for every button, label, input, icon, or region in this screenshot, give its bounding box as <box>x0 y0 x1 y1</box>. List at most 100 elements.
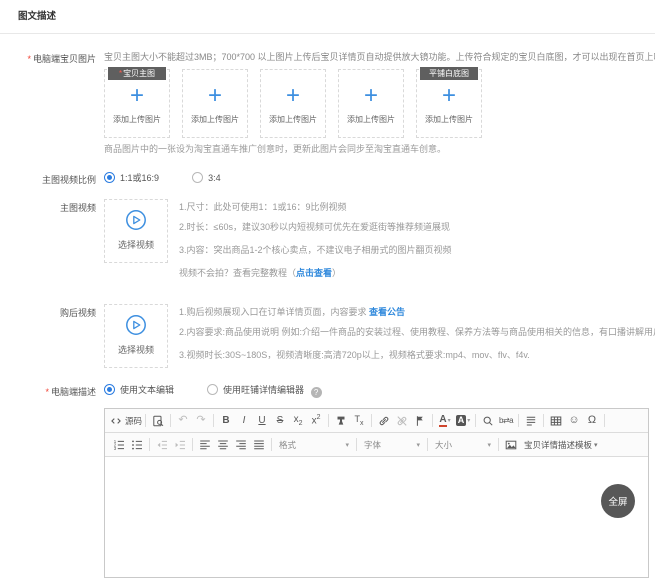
align-left-button[interactable] <box>196 436 214 453</box>
svg-text:3: 3 <box>114 446 117 451</box>
redo-icon: ↷ <box>196 415 205 426</box>
align-center-icon <box>217 439 229 451</box>
upload-image-box[interactable]: 平铺白底图+添加上传图片 <box>416 69 482 138</box>
remove-format-button[interactable]: Tx <box>350 412 368 429</box>
ztc-sync-note: 商品图片中的一张设为淘宝直通车推广创意时，更新此图片会同步至淘宝直通车创意。 <box>104 142 655 155</box>
subscript-icon: x2 <box>294 414 303 427</box>
image-icon <box>505 439 517 451</box>
form-row-pc-description: *电脑端描述 使用文本编辑 使用旺铺详情编辑器 ? <box>0 383 655 398</box>
upload-image-box[interactable]: +添加上传图片 <box>338 69 404 138</box>
preview-icon <box>152 415 164 427</box>
template-dropdown[interactable]: 宝贝详情描述模板▾ <box>524 439 598 451</box>
pc-images-description: 宝贝主图大小不能超过3MB；700*700 以上图片上传后宝贝详情页自动提供放大… <box>104 50 655 63</box>
anchor-button[interactable] <box>411 412 429 429</box>
form-row-post-video: 购后视频 选择视频 1.购后视频展现入口在订单详情页面，内容要求 查看公告 2.… <box>0 304 655 368</box>
align-right-button[interactable] <box>232 436 250 453</box>
superscript-icon: x2 <box>312 414 321 426</box>
ordered-list-button[interactable]: 123 <box>110 436 128 453</box>
remove-format-icon: Tx <box>355 414 364 427</box>
radio-text-editor[interactable]: 使用文本编辑 <box>104 383 174 396</box>
anchor-icon <box>414 415 426 427</box>
size-dropdown[interactable]: 大小▾ <box>431 436 495 453</box>
outdent-button[interactable] <box>153 436 171 453</box>
text-color-button[interactable]: A▾ <box>436 412 454 429</box>
plus-icon: + <box>417 84 481 108</box>
form-row-main-video: 主图视频 选择视频 1.尺寸：此处可使用1：1或16：9比例视频 2.时长：≤6… <box>0 199 655 285</box>
upload-image-list: *宝贝主图+添加上传图片+添加上传图片+添加上传图片+添加上传图片平铺白底图+添… <box>104 69 655 138</box>
superscript-button[interactable]: x2 <box>307 412 325 429</box>
find-button[interactable] <box>479 412 497 429</box>
radio-selected-icon <box>104 172 115 183</box>
insert-link-button[interactable] <box>375 412 393 429</box>
editor-toolbar-row1: 源码 ↶ ↷ BIUSx2 x2 Tx A▾ A▾ b⇄a ☺ Ω <box>105 409 648 433</box>
post-video-label: 购后视频 <box>0 304 96 319</box>
emoticon-button[interactable]: ☺ <box>565 412 583 429</box>
outdent-icon <box>156 439 168 451</box>
upload-image-box[interactable]: *宝贝主图+添加上传图片 <box>104 69 170 138</box>
pc-description-label: *电脑端描述 <box>0 383 96 398</box>
chevron-down-icon: ▾ <box>594 441 598 449</box>
announcement-link[interactable]: 查看公告 <box>369 307 405 317</box>
video-ratio-label: 主图视频比例 <box>0 171 96 186</box>
paragraph-format-button[interactable] <box>522 412 540 429</box>
insert-table-button[interactable] <box>547 412 565 429</box>
align-justify-button[interactable] <box>250 436 268 453</box>
play-icon <box>105 314 167 336</box>
replace-button[interactable]: b⇄a <box>497 412 515 429</box>
remove-link-icon <box>396 415 408 427</box>
bold-icon: B <box>222 415 229 426</box>
tutorial-link[interactable]: 点击查看 <box>296 268 332 278</box>
bold-button[interactable]: B <box>217 412 235 429</box>
font-dropdown[interactable]: 字体▾ <box>360 436 424 453</box>
strikethrough-button[interactable]: S <box>271 412 289 429</box>
background-color-button[interactable]: A▾ <box>454 412 472 429</box>
plus-icon: + <box>105 84 169 108</box>
plus-icon: + <box>261 84 325 108</box>
section-header: 图文描述 <box>0 0 655 34</box>
source-code-button[interactable]: 源码 <box>110 412 142 429</box>
text-color-icon: A▾ <box>439 415 450 427</box>
select-post-video-button[interactable]: 选择视频 <box>104 304 168 368</box>
unordered-list-button[interactable] <box>128 436 146 453</box>
redo-button[interactable]: ↷ <box>192 412 210 429</box>
emoticon-icon: ☺ <box>568 415 579 426</box>
undo-button[interactable]: ↶ <box>174 412 192 429</box>
tab-image-text-description[interactable]: 图文描述 <box>18 11 56 22</box>
required-mark: * <box>27 54 31 64</box>
plus-icon: + <box>183 84 247 108</box>
align-right-icon <box>235 439 247 451</box>
post-video-notes: 1.购后视频展现入口在订单详情页面，内容要求 查看公告 2.内容要求:商品使用说… <box>179 304 655 368</box>
fullscreen-button[interactable]: 全屏 <box>601 484 635 518</box>
help-icon[interactable]: ? <box>311 387 322 398</box>
align-left-icon <box>199 439 211 451</box>
insert-image-button[interactable] <box>502 436 520 453</box>
chevron-down-icon: ▾ <box>481 441 491 449</box>
italic-button[interactable]: I <box>235 412 253 429</box>
format-dropdown[interactable]: 格式▾ <box>275 436 353 453</box>
radio-ratio-3-4[interactable]: 3:4 <box>192 172 221 183</box>
radio-ratio-1-1-or-16-9[interactable]: 1:1或16:9 <box>104 171 159 184</box>
replace-icon: b⇄a <box>499 416 513 425</box>
radio-wangpu-editor[interactable]: 使用旺铺详情编辑器 <box>207 383 304 396</box>
select-main-video-button[interactable]: 选择视频 <box>104 199 168 263</box>
format-painter-icon <box>335 415 347 427</box>
upload-image-box[interactable]: + 添加上传图片 <box>260 69 326 138</box>
special-char-icon: Ω <box>588 415 596 426</box>
upload-image-label: 添加上传图片 <box>261 114 325 125</box>
preview-button[interactable] <box>149 412 167 429</box>
special-char-button[interactable]: Ω <box>583 412 601 429</box>
editor-content-area[interactable]: 全屏 <box>105 457 648 577</box>
format-painter-button[interactable] <box>332 412 350 429</box>
align-center-button[interactable] <box>214 436 232 453</box>
background-color-icon: A▾ <box>456 415 471 426</box>
indent-button[interactable] <box>171 436 189 453</box>
upload-image-box[interactable]: +添加上传图片 <box>182 69 248 138</box>
subscript-button[interactable]: x2 <box>289 412 307 429</box>
remove-link-button[interactable] <box>393 412 411 429</box>
find-icon <box>482 415 494 427</box>
required-mark: * <box>45 387 49 397</box>
pc-images-label: *电脑端宝贝图片 <box>0 50 96 65</box>
white-background-tag: 平铺白底图 <box>420 67 478 80</box>
main-video-label: 主图视频 <box>0 199 96 214</box>
underline-button[interactable]: U <box>253 412 271 429</box>
